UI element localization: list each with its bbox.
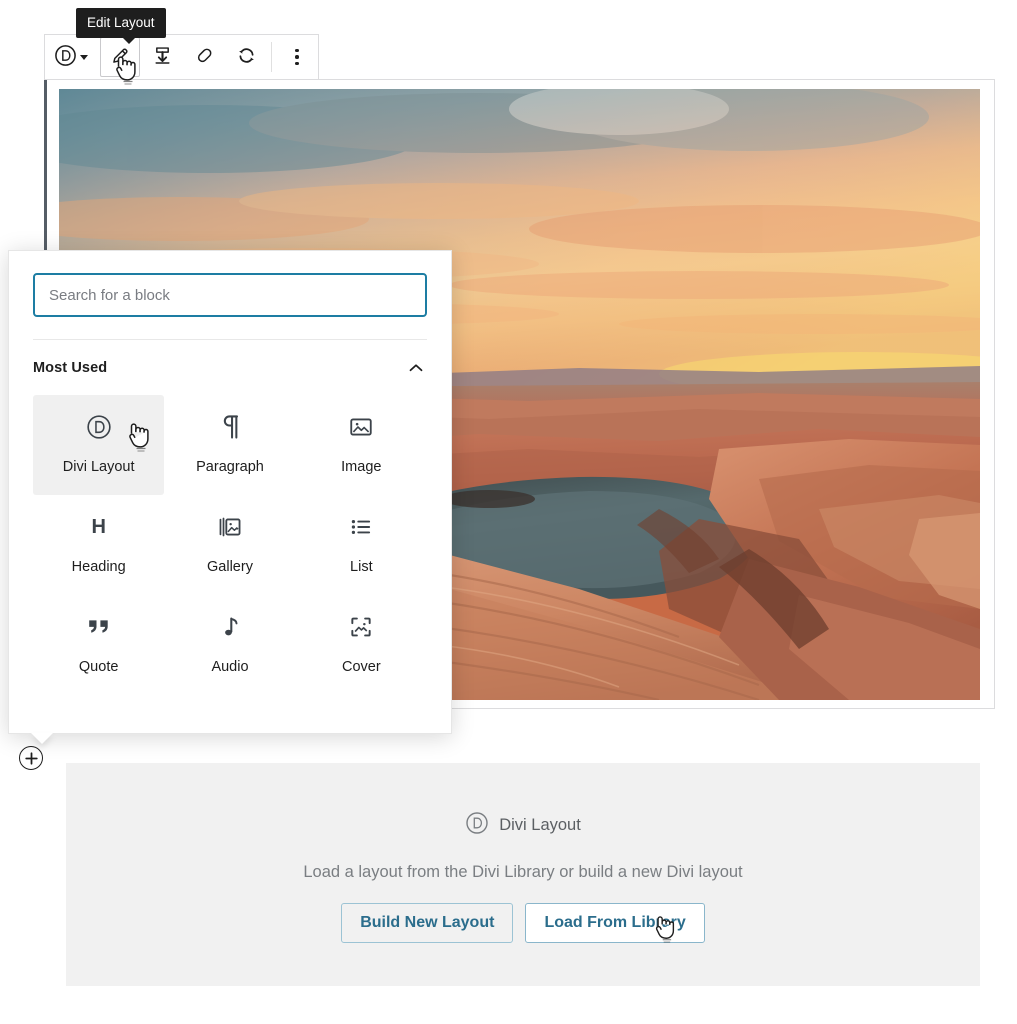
- block-item-label: List: [350, 559, 373, 575]
- chevron-up-icon[interactable]: [405, 357, 427, 379]
- block-item-label: Divi Layout: [62, 459, 135, 475]
- placeholder-description: Load a layout from the Divi Library or b…: [303, 863, 743, 881]
- add-block-button[interactable]: [19, 746, 43, 770]
- refresh-icon: [236, 45, 257, 69]
- category-title: Most Used: [33, 360, 108, 376]
- eraser-icon: [194, 45, 215, 69]
- kebab-menu-icon: [295, 48, 299, 66]
- tooltip-label: Edit Layout: [87, 15, 155, 30]
- block-inserter-popover: Most Used Divi Layout: [8, 250, 452, 734]
- divi-layout-placeholder-block[interactable]: Divi Layout Load a layout from the Divi …: [66, 763, 980, 986]
- clear-layout-button[interactable]: [183, 35, 225, 79]
- placeholder-actions: Build New Layout Load From Library: [341, 903, 705, 943]
- block-item-quote[interactable]: Quote: [33, 595, 164, 695]
- quote-marks-icon: [86, 612, 112, 642]
- gallery-icon: [217, 512, 243, 542]
- pencil-icon: [110, 45, 131, 69]
- build-new-layout-button[interactable]: Build New Layout: [341, 903, 514, 943]
- block-grid: Divi Layout Paragraph Image H Heading Ga…: [9, 379, 451, 695]
- save-download-icon: [152, 45, 173, 69]
- list-icon: [348, 512, 374, 542]
- plus-circle-icon: [24, 751, 38, 765]
- more-options-group: [276, 35, 318, 79]
- divi-logo-icon: [86, 412, 112, 442]
- block-item-gallery[interactable]: Gallery: [164, 495, 295, 595]
- divi-logo-icon: [465, 811, 489, 840]
- block-item-label: Image: [341, 459, 382, 475]
- block-item-label: Audio: [211, 659, 249, 675]
- toolbar-divider: [271, 42, 272, 72]
- chevron-down-icon: [80, 54, 88, 60]
- block-item-list[interactable]: List: [296, 495, 427, 595]
- divi-logo-icon: [54, 44, 77, 70]
- save-to-library-button[interactable]: [141, 35, 183, 79]
- tooltip-edit-layout: Edit Layout: [76, 8, 166, 43]
- search-input[interactable]: [33, 273, 427, 317]
- image-icon: [348, 412, 374, 442]
- reload-layout-button[interactable]: [225, 35, 267, 79]
- block-item-heading[interactable]: H Heading: [33, 495, 164, 595]
- block-type-switcher-button[interactable]: [45, 35, 99, 79]
- placeholder-title: Divi Layout: [499, 816, 581, 834]
- search-row: [9, 251, 451, 317]
- block-item-label: Paragraph: [196, 459, 264, 475]
- block-item-label: Cover: [341, 659, 381, 675]
- block-toolbar: [44, 34, 319, 80]
- load-from-library-button[interactable]: Load From Library: [525, 903, 705, 943]
- block-item-audio[interactable]: Audio: [164, 595, 295, 695]
- block-item-label: Quote: [78, 659, 119, 675]
- block-type-group: [45, 35, 99, 79]
- block-item-paragraph[interactable]: Paragraph: [164, 395, 295, 495]
- heading-h-icon: H: [91, 516, 106, 538]
- category-header-most-used[interactable]: Most Used: [9, 340, 451, 379]
- cover-image-icon: [348, 612, 374, 642]
- editor-canvas: Edit Layout Search for a block Most Used…: [0, 0, 1017, 1024]
- pilcrow-icon: [217, 412, 243, 442]
- more-options-button[interactable]: [276, 35, 318, 79]
- block-item-divi-layout[interactable]: Divi Layout: [33, 395, 165, 495]
- music-note-icon: [217, 612, 243, 642]
- block-item-cover[interactable]: Cover: [296, 595, 427, 695]
- block-item-label: Heading: [71, 559, 126, 575]
- placeholder-header: Divi Layout: [465, 811, 581, 840]
- block-item-image[interactable]: Image: [296, 395, 427, 495]
- block-item-label: Gallery: [207, 559, 253, 575]
